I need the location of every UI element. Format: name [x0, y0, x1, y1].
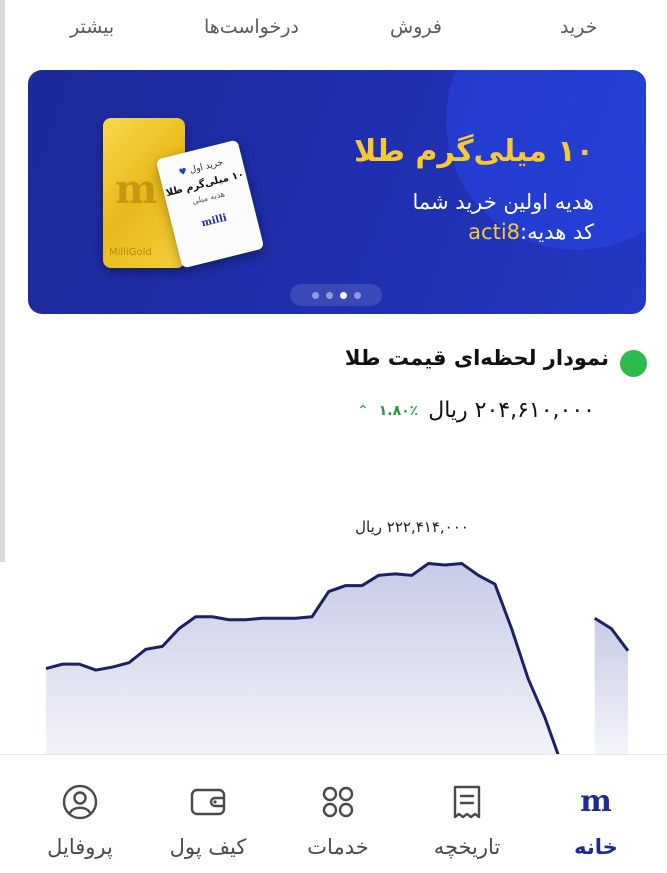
- banner-title: ۱۰ میلی‌گرم طلا: [354, 134, 594, 169]
- top-tabs: بیشتر درخواست‌ها فروش خرید: [0, 0, 667, 58]
- promo-banner[interactable]: m MilliGold خرید اول ♥ ۱۰ میلی‌گرم طلا ه…: [28, 70, 646, 314]
- nav-wallet-label: کیف پول: [153, 835, 263, 859]
- nav-profile[interactable]: پروفایل: [25, 755, 135, 873]
- banner-subtitle: هدیه اولین خرید شما: [413, 190, 595, 214]
- price-row: ۲۰۴,۶۱۰,۰۰۰ ریال ۱.۸۰٪ ⌃: [357, 398, 595, 423]
- gold-brand-text: MilliGold: [109, 247, 152, 258]
- live-status-dot: [620, 350, 647, 377]
- gold-logo-icon: m: [115, 166, 157, 213]
- tab-requests[interactable]: درخواست‌ها: [204, 16, 299, 38]
- carousel-dot[interactable]: [354, 292, 361, 299]
- gift-card-line1: خرید اول: [189, 158, 224, 176]
- carousel-dot[interactable]: [312, 292, 319, 299]
- carousel-dot[interactable]: [326, 292, 333, 299]
- nav-home-label: خانه: [541, 835, 651, 859]
- nav-profile-label: پروفایل: [25, 835, 135, 859]
- gift-card-brand: milli: [172, 205, 256, 236]
- nav-wallet[interactable]: کیف پول: [153, 755, 263, 873]
- carousel-dots: [290, 284, 382, 306]
- tab-more[interactable]: بیشتر: [70, 16, 114, 38]
- svg-text:m: m: [580, 784, 612, 819]
- history-icon: [448, 783, 486, 821]
- nav-history-label: تاریخچه: [412, 835, 522, 859]
- price-chart[interactable]: ۲۲۲,۴۱۴,۰۰۰ ریال: [0, 440, 667, 754]
- chart-title: نمودار لحظه‌ای قیمت طلا: [345, 346, 609, 370]
- home-logo-icon: m: [577, 783, 615, 821]
- nav-home[interactable]: m خانه: [541, 755, 651, 873]
- nav-services[interactable]: خدمات: [283, 755, 393, 873]
- nav-services-label: خدمات: [283, 835, 393, 859]
- heart-icon: ♥: [178, 167, 188, 179]
- tab-buy[interactable]: خرید: [560, 16, 598, 38]
- carousel-dot-active[interactable]: [340, 292, 347, 299]
- price-change: ۱.۸۰٪: [379, 403, 419, 419]
- tab-sell[interactable]: فروش: [390, 16, 442, 38]
- chart-peak-label: ۲۲۲,۴۱۴,۰۰۰ ریال: [355, 518, 469, 536]
- arrow-up-icon: ⌃: [357, 403, 369, 419]
- banner-code: کد هدیه:acti8: [468, 220, 594, 244]
- chart-area-fill: [46, 563, 561, 754]
- services-icon: [319, 783, 357, 821]
- banner-code-value: acti8: [468, 220, 520, 244]
- banner-code-label: کد هدیه:: [520, 220, 594, 244]
- current-price: ۲۰۴,۶۱۰,۰۰۰ ریال: [428, 398, 595, 423]
- wallet-icon: [189, 783, 227, 821]
- chart-area-fill: [595, 618, 628, 754]
- profile-icon: [61, 783, 99, 821]
- nav-history[interactable]: تاریخچه: [412, 755, 522, 873]
- bottom-navigation: پروفایل کیف پول خدمات تاریخچه m خانه: [0, 754, 667, 873]
